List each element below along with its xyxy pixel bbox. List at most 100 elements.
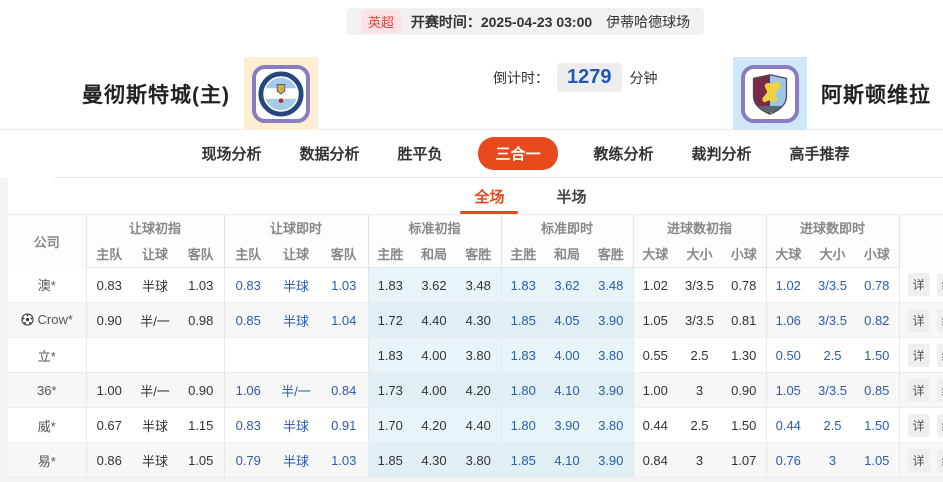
nav-tab-6[interactable]: 高手推荐 — [788, 137, 852, 170]
odds-cell: 1.00 — [86, 373, 132, 408]
nav-tab-0[interactable]: 现场分析 — [199, 137, 263, 170]
away-team-logo — [741, 65, 799, 123]
odds-cell: 3.48 — [456, 268, 501, 303]
company-cell: 36* — [8, 373, 86, 408]
detail-button[interactable]: 详 — [908, 309, 930, 332]
sub-header-3-2: 客胜 — [589, 241, 633, 268]
subtab-1[interactable]: 半场 — [557, 178, 587, 214]
company-cell: 澳* — [8, 268, 86, 303]
odds-cell: 1.30 — [722, 338, 766, 373]
sub-header-3-0: 主胜 — [501, 241, 545, 268]
away-team: 阿斯顿维拉 — [733, 57, 931, 131]
odds-cell: 0.85 — [224, 303, 272, 338]
sub-header-1-0: 主队 — [224, 241, 272, 268]
odds-cell: 1.05 — [178, 443, 224, 478]
odds-cell: 4.20 — [456, 373, 501, 408]
sub-header-2-2: 客胜 — [456, 241, 501, 268]
group-header-5: 进球数即时 — [766, 215, 899, 241]
table-sub-header-row: 主队让球客队主队让球客队主胜和局客胜主胜和局客胜大球大小小球大球大小小球 — [8, 241, 943, 268]
odds-cell: 1.03 — [178, 268, 224, 303]
record-button[interactable]: 绩 — [937, 414, 943, 437]
detail-button[interactable]: 详 — [908, 414, 930, 437]
odds-cell — [272, 338, 320, 373]
record-button[interactable]: 绩 — [937, 379, 943, 402]
odds-cell — [224, 338, 272, 373]
company-name: 36* — [37, 383, 57, 398]
record-button[interactable]: 绩 — [937, 344, 943, 367]
odds-cell: 0.84 — [633, 443, 677, 478]
odds-cell: 1.05 — [766, 373, 810, 408]
odds-cell: 0.82 — [855, 303, 899, 338]
odds-cell: 1.06 — [224, 373, 272, 408]
odds-cell: 4.10 — [545, 373, 589, 408]
subtab-0[interactable]: 全场 — [474, 178, 504, 214]
detail-button[interactable]: 详 — [908, 273, 930, 296]
company-name: 威* — [38, 416, 56, 435]
match-info-bar: 英超 开赛时间：2025-04-23 03:00 伊蒂哈德球场 — [0, 0, 943, 35]
odds-cell: 0.84 — [320, 373, 368, 408]
odds-cell: 0.76 — [766, 443, 810, 478]
odds-cell: 1.50 — [855, 408, 899, 443]
record-button[interactable]: 绩 — [937, 309, 943, 332]
odds-cell: 0.55 — [633, 338, 677, 373]
nav-tab-1[interactable]: 数据分析 — [297, 137, 361, 170]
odds-cell: 1.05 — [633, 303, 677, 338]
sub-header-3-1: 和局 — [545, 241, 589, 268]
odds-cell: 4.20 — [412, 408, 456, 443]
group-header-3: 标准即时 — [501, 215, 633, 241]
nav-tab-5[interactable]: 裁判分析 — [690, 137, 754, 170]
nav-tab-3[interactable]: 三合一 — [478, 137, 557, 170]
sub-header-0-1: 让球 — [132, 241, 178, 268]
odds-cell: 0.86 — [86, 443, 132, 478]
odds-cell: 半球 — [132, 268, 178, 303]
odds-cell: 4.00 — [412, 338, 456, 373]
odds-cell: 0.83 — [224, 408, 272, 443]
odds-cell: 0.78 — [722, 268, 766, 303]
odds-row: 立*1.834.003.801.834.003.800.552.51.300.5… — [8, 338, 943, 373]
group-header-0: 让球初指 — [86, 215, 224, 241]
odds-cell: 3/3.5 — [810, 268, 855, 303]
odds-cell: 半球 — [272, 443, 320, 478]
odds-cell: 3.48 — [589, 268, 633, 303]
odds-cell: 2.5 — [810, 408, 855, 443]
actions-cell: 详绩 — [899, 303, 943, 338]
odds-cell: 0.90 — [86, 303, 132, 338]
odds-row: 36*1.00半/一0.901.06半/一0.841.734.004.201.8… — [8, 373, 943, 408]
record-button[interactable]: 绩 — [937, 449, 943, 472]
nav-tab-4[interactable]: 教练分析 — [592, 137, 656, 170]
odds-cell: 1.80 — [501, 408, 545, 443]
actions-cell: 详绩 — [899, 338, 943, 373]
company-column-header: 公司 — [8, 215, 86, 268]
odds-cell: 3.62 — [545, 268, 589, 303]
countdown: 倒计时： 1279 分钟 — [493, 63, 658, 92]
sub-header-5-1: 大小 — [810, 241, 855, 268]
odds-cell: 半球 — [132, 443, 178, 478]
odds-cell — [178, 338, 224, 373]
sub-header-0-2: 客队 — [178, 241, 224, 268]
odds-cell: 0.85 — [855, 373, 899, 408]
odds-cell: 3/3.5 — [810, 303, 855, 338]
company-name: 澳* — [38, 275, 56, 294]
kickoff-time: 开赛时间：2025-04-23 03:00 — [411, 12, 592, 32]
odds-cell: 1.80 — [501, 373, 545, 408]
nav-tab-2[interactable]: 胜平负 — [395, 137, 444, 170]
record-button[interactable]: 绩 — [937, 273, 943, 296]
odds-cell: 1.72 — [368, 303, 412, 338]
sub-header-4-0: 大球 — [633, 241, 677, 268]
countdown-value: 1279 — [557, 63, 622, 92]
detail-button[interactable]: 详 — [908, 379, 930, 402]
group-header-1: 让球即时 — [224, 215, 368, 241]
odds-cell: 3.90 — [589, 373, 633, 408]
odds-cell: 0.79 — [224, 443, 272, 478]
odds-cell: 2.5 — [810, 338, 855, 373]
away-team-name: 阿斯顿维拉 — [821, 79, 931, 109]
odds-cell: 4.10 — [545, 443, 589, 478]
odds-cell: 3 — [677, 443, 722, 478]
detail-button[interactable]: 详 — [908, 344, 930, 367]
odds-cell: 1.50 — [855, 338, 899, 373]
odds-cell: 1.00 — [633, 373, 677, 408]
odds-cell: 1.06 — [766, 303, 810, 338]
sub-header-4-2: 小球 — [722, 241, 766, 268]
detail-button[interactable]: 详 — [908, 449, 930, 472]
odds-cell: 1.83 — [368, 338, 412, 373]
